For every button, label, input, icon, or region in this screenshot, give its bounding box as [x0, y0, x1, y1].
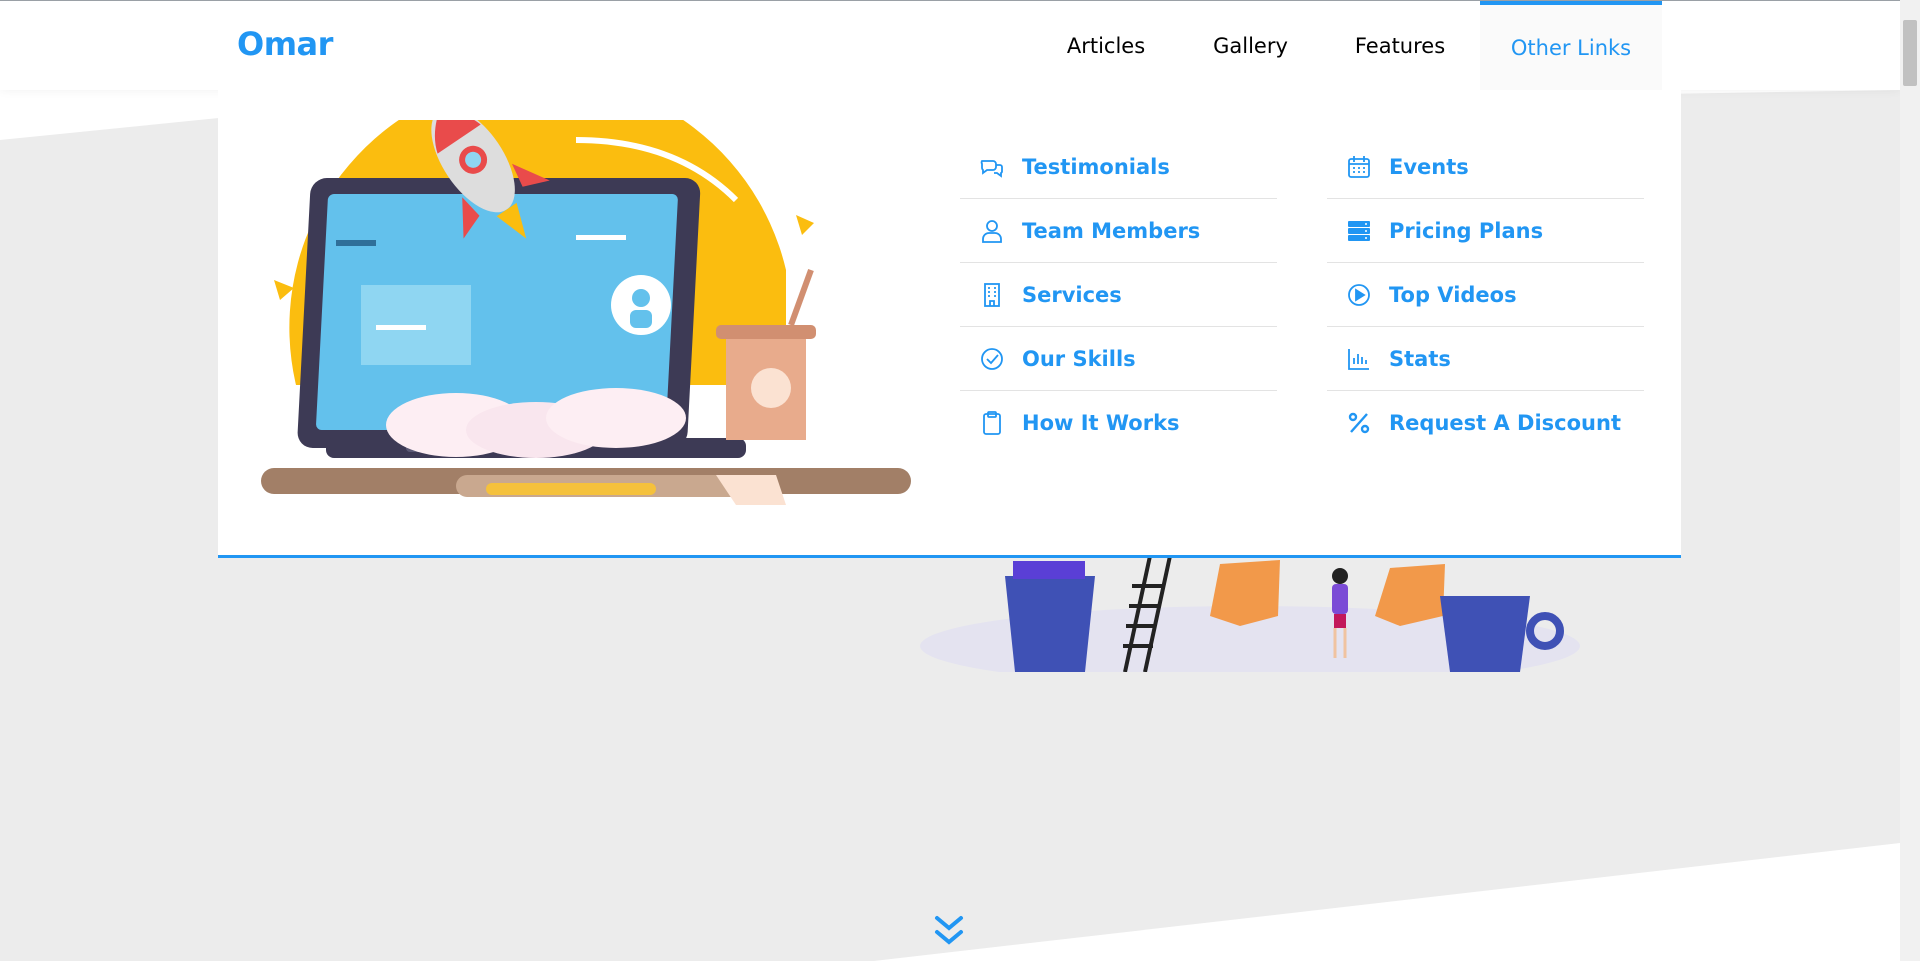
user-icon	[978, 217, 1006, 245]
menu-link-label: Testimonials	[1022, 154, 1170, 179]
site-header: Omar Articles Gallery Features Other Lin…	[0, 0, 1900, 91]
menu-link-label: Events	[1389, 154, 1469, 179]
nav-gallery[interactable]: Gallery	[1199, 1, 1302, 91]
nav-articles[interactable]: Articles	[1049, 1, 1163, 91]
menu-link-how-it-works[interactable]: How It Works	[960, 391, 1277, 455]
nav-features[interactable]: Features	[1338, 1, 1462, 91]
comments-icon	[978, 153, 1006, 181]
menu-link-label: Pricing Plans	[1389, 218, 1544, 243]
menu-link-label: Request A Discount	[1389, 411, 1621, 435]
server-icon	[1345, 217, 1373, 245]
menu-link-label: Top Videos	[1389, 282, 1517, 307]
vertical-scrollbar[interactable]	[1900, 0, 1920, 961]
scrollbar-thumb[interactable]	[1903, 20, 1917, 86]
percent-icon	[1345, 409, 1373, 437]
chart-bar-icon	[1345, 345, 1373, 373]
menu-link-label: Stats	[1389, 346, 1451, 371]
building-icon	[978, 281, 1006, 309]
menu-link-label: Our Skills	[1022, 346, 1136, 371]
menu-link-team-members[interactable]: Team Members	[960, 199, 1277, 263]
menu-link-services[interactable]: Services	[960, 263, 1277, 327]
menu-link-label: Team Members	[1022, 218, 1201, 243]
menu-link-label: How It Works	[1022, 411, 1180, 435]
angle-double-down-icon	[935, 916, 963, 945]
mega-menu: Testimonials Team Members Services Our S…	[218, 90, 1681, 558]
main-nav: Articles Gallery Features Other Links	[0, 1, 1900, 91]
menu-link-stats[interactable]: Stats	[1327, 327, 1644, 391]
menu-link-request-a-discount[interactable]: Request A Discount	[1327, 391, 1644, 455]
scroll-down-button[interactable]	[933, 914, 965, 950]
menu-link-pricing-plans[interactable]: Pricing Plans	[1327, 199, 1644, 263]
rocket-laptop-illustration	[256, 120, 916, 510]
menu-link-events[interactable]: Events	[1327, 135, 1644, 199]
calendar-icon	[1345, 153, 1373, 181]
check-circle-icon	[978, 345, 1006, 373]
mega-menu-column-2: Events Pricing Plans Top Videos Stats Re…	[1327, 135, 1644, 455]
menu-link-our-skills[interactable]: Our Skills	[960, 327, 1277, 391]
clipboard-icon	[978, 409, 1006, 437]
workspace-illustration	[920, 556, 1580, 672]
menu-link-testimonials[interactable]: Testimonials	[960, 135, 1277, 199]
mega-menu-column-1: Testimonials Team Members Services Our S…	[960, 135, 1277, 455]
nav-other-links[interactable]: Other Links	[1480, 1, 1662, 91]
menu-link-label: Services	[1022, 282, 1122, 307]
menu-link-top-videos[interactable]: Top Videos	[1327, 263, 1644, 327]
page: Omar Articles Gallery Features Other Lin…	[0, 0, 1900, 961]
play-circle-icon	[1345, 281, 1373, 309]
